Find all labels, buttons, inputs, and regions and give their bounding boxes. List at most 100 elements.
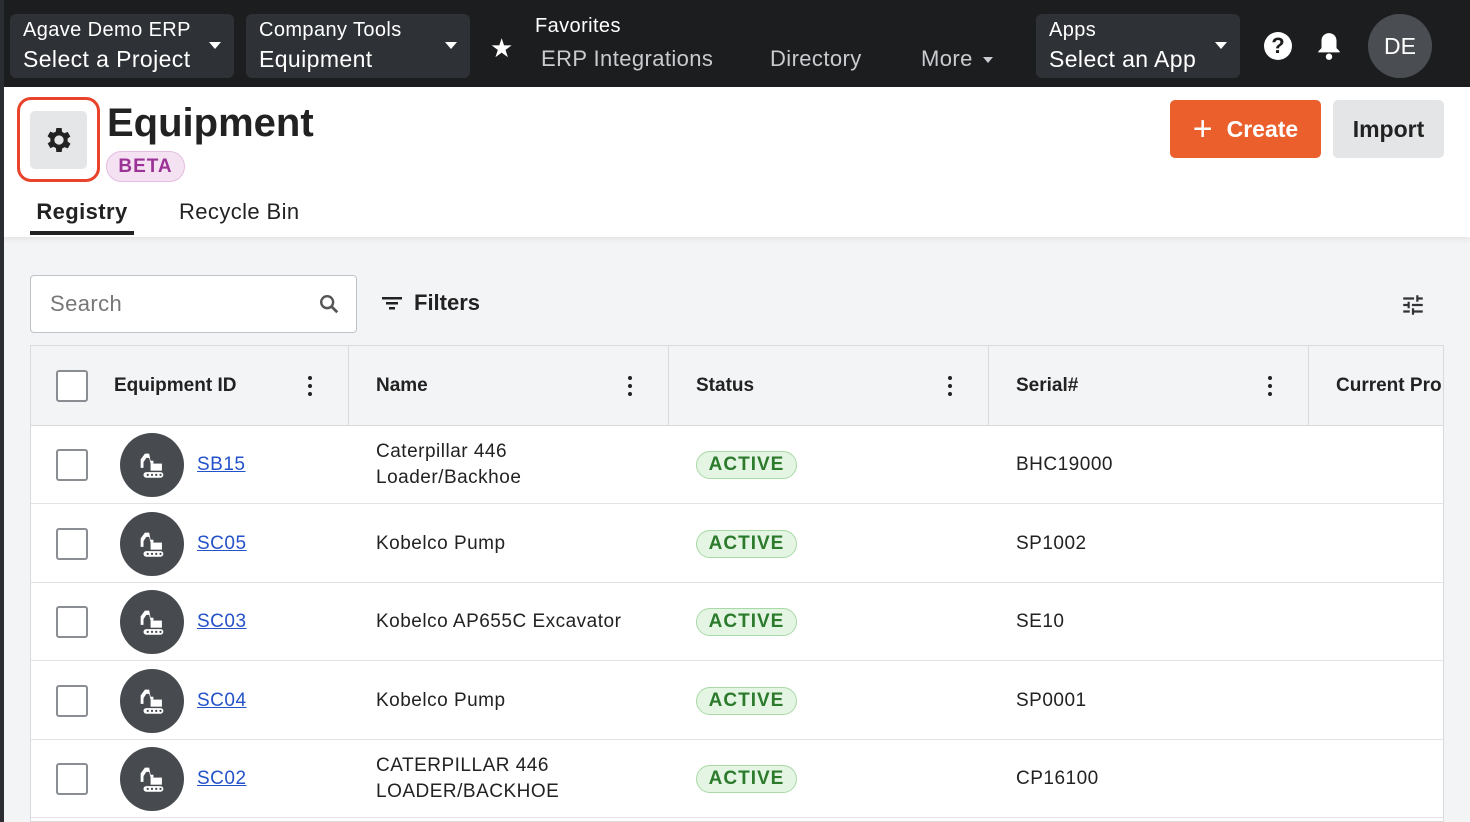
status-badge: ACTIVE [696,765,797,793]
nav-link-more[interactable]: More [921,46,973,72]
star-icon[interactable]: ★ [490,33,514,64]
equipment-avatar [120,668,184,733]
serial-number: SP0001 [1016,689,1087,711]
column-header-status[interactable]: Status [669,346,989,426]
equipment-table: Equipment ID Name Status Serial# Current… [30,345,1444,822]
serial-number: SE10 [1016,611,1065,632]
table-row[interactable]: SC03 Kobelco AP655C Excavator ACTIVE SE1… [31,583,1443,661]
gear-icon [47,128,70,152]
table-row[interactable]: SB15 Caterpillar 446 Loader/Backhoe ACTIV… [31,426,1443,504]
equipment-name-line: Kobelco Pump [376,532,506,554]
equipment-id-link[interactable]: SC02 [197,766,247,792]
column-header-serial[interactable]: Serial# [989,346,1309,426]
create-button[interactable]: + Create [1170,100,1321,158]
column-menu-icon[interactable] [1268,376,1272,400]
status-badge: ACTIVE [696,608,797,636]
status-badge: ACTIVE [696,686,797,715]
user-avatar[interactable]: DE [1368,14,1432,78]
column-label: Equipment ID [114,374,237,396]
excavator-icon [140,453,164,478]
import-button[interactable]: Import [1333,100,1444,158]
equipment-name: Kobelco Pump [376,688,506,714]
select-all-checkbox[interactable] [56,370,88,402]
equipment-name-line: Kobelco Pump [376,689,506,711]
equipment-name-line: CATERPILLAR 446 [376,755,549,776]
caret-down-icon [445,42,457,49]
filter-icon [382,297,402,310]
excavator-icon [140,610,164,635]
table-row[interactable]: SC02 CATERPILLAR 446 LOADER/BACKHOE ACTIV… [31,740,1443,818]
serial-number: SP1002 [1016,532,1087,554]
equipment-name-line: Loader/Backhoe [376,467,522,488]
caret-down-icon [209,42,221,49]
caret-down-icon [1215,42,1227,49]
equipment-id-link[interactable]: SC05 [197,531,247,557]
column-label: Status [696,374,755,396]
table-row[interactable]: SC04 Kobelco Pump ACTIVE SP0001 [31,662,1443,740]
equipment-id-link[interactable]: SB15 [197,452,245,478]
equipment-id-link[interactable]: SC03 [197,609,247,635]
bell-icon[interactable] [1316,31,1342,61]
app-selector-label: Apps [1049,19,1097,41]
table-row[interactable]: SC05 Kobelco Pump ACTIVE SP1002 [31,505,1443,583]
status-badge: ACTIVE [696,529,797,558]
app-selector-value: Select an App [1049,46,1197,72]
caret-down-icon [983,57,993,63]
row-checkbox[interactable] [56,684,88,717]
row-checkbox[interactable] [56,527,88,560]
column-header-name[interactable]: Name [349,346,669,426]
favorites-label: Favorites [535,15,621,37]
help-icon[interactable]: ? [1264,32,1292,60]
equipment-name: Kobelco AP655C Excavator [376,609,621,635]
excavator-icon [140,767,164,792]
column-menu-icon[interactable] [948,376,952,400]
tab-registry[interactable]: Registry [30,199,134,235]
row-checkbox[interactable] [56,763,88,795]
excavator-icon [140,532,164,557]
equipment-name: CATERPILLAR 446 LOADER/BACKHOE [376,753,559,805]
column-settings-icon[interactable] [1400,292,1426,318]
top-nav: Agave Demo ERP Select a Project Company … [0,0,1470,87]
column-menu-icon[interactable] [308,376,312,400]
status-badge: ACTIVE [696,451,797,479]
equipment-name-line: Kobelco AP655C Excavator [376,611,622,632]
column-header-equipment-id[interactable]: Equipment ID [31,346,349,426]
column-label: Serial# [1016,374,1079,396]
background-window-edge [0,0,4,822]
filters-button[interactable]: Filters [382,290,480,316]
serial-number: BHC19000 [1016,454,1113,475]
search-input[interactable] [31,276,301,332]
excavator-icon [140,689,164,714]
equipment-avatar [120,511,184,576]
project-selector[interactable]: Agave Demo ERP Select a Project [10,14,234,78]
tab-recycle-bin[interactable]: Recycle Bin [179,199,300,225]
project-selector-label: Agave Demo ERP [23,19,191,41]
filters-label: Filters [414,290,481,315]
nav-link-erp-integrations[interactable]: ERP Integrations [541,46,713,72]
equipment-avatar [120,433,184,497]
search-field[interactable] [30,275,357,333]
column-label: Current Pro [1336,374,1442,396]
tools-selector[interactable]: Company Tools Equipment [246,14,470,78]
project-selector-value: Select a Project [23,46,191,72]
equipment-id-link[interactable]: SC04 [197,688,247,714]
search-icon[interactable] [318,293,340,315]
serial-number: CP16100 [1016,768,1099,789]
equipment-name-line: LOADER/BACKHOE [376,781,560,802]
settings-button[interactable] [30,111,87,169]
column-label: Name [376,374,428,396]
column-menu-icon[interactable] [628,376,632,400]
row-checkbox[interactable] [56,606,88,638]
page-title: Equipment [107,101,314,145]
row-checkbox[interactable] [56,449,88,481]
nav-link-directory[interactable]: Directory [770,46,862,72]
equipment-avatar [120,590,184,654]
tools-selector-value: Equipment [259,46,373,72]
equipment-name: Caterpillar 446 Loader/Backhoe [376,439,521,491]
equipment-avatar [120,747,184,811]
app-selector[interactable]: Apps Select an App [1036,14,1240,78]
beta-badge: BETA [106,151,185,182]
tools-selector-label: Company Tools [259,19,402,41]
column-header-current-project[interactable]: Current Pro [1309,346,1443,426]
create-label: Create [1226,115,1299,142]
